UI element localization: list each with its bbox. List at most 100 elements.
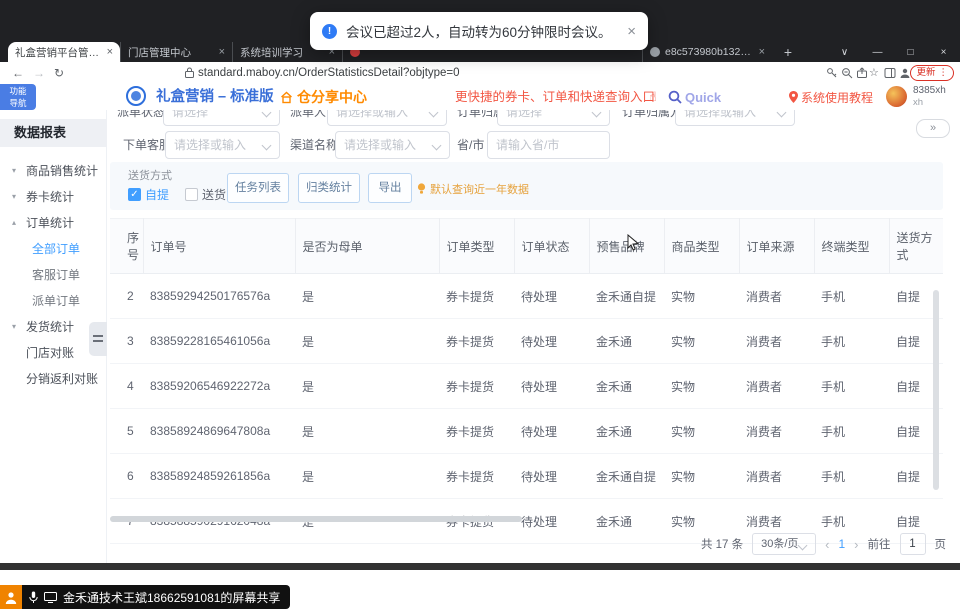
sidebar-item-label: 订单统计 xyxy=(26,210,74,236)
profile-icon[interactable] xyxy=(899,67,911,79)
sidebar-collapse-handle[interactable] xyxy=(89,322,107,356)
tab-close-icon[interactable]: × xyxy=(759,46,765,58)
table-cell[interactable]: 实物 xyxy=(664,274,739,319)
caret-down-icon: ▾ xyxy=(12,158,16,184)
checkbox-checked[interactable]: ✓ xyxy=(128,188,141,201)
table-cell: 待处理 xyxy=(514,319,589,364)
prev-page-button[interactable]: ‹ xyxy=(825,537,829,552)
horizontal-scrollbar[interactable] xyxy=(110,516,522,522)
tab-close-icon[interactable]: × xyxy=(219,46,225,58)
goto-page-input[interactable]: 1 xyxy=(900,533,926,555)
sidebar-item[interactable]: ▾券卡统计 xyxy=(0,184,107,210)
browser-tab[interactable]: 礼盒营销平台管理中心× xyxy=(8,42,120,62)
goto-page-suffix: 页 xyxy=(935,536,947,552)
sidebar-item-label: 客服订单 xyxy=(32,262,80,288)
sidebar-item-label: 分销返利对账 xyxy=(26,366,98,392)
table-cell: 待处理 xyxy=(514,499,589,544)
table-cell: 金禾通 xyxy=(589,319,664,364)
table-cell: 券卡提货 xyxy=(439,454,514,499)
table-cell: 是 xyxy=(295,274,439,319)
table-cell[interactable]: 实物 xyxy=(664,454,739,499)
share-center-link[interactable]: 仓分享中心 xyxy=(280,84,367,110)
info-icon: ! xyxy=(322,24,337,39)
browser-menu-icon[interactable]: ⋮ xyxy=(939,66,949,80)
reload-icon[interactable]: ↻ xyxy=(54,62,64,84)
filter-select[interactable]: 请选择 xyxy=(497,110,610,126)
filter-select[interactable]: 请选择 xyxy=(163,110,280,126)
tab-label: 门店管理中心 xyxy=(128,45,212,60)
table-cell: 手机 xyxy=(814,454,889,499)
sidebar-item[interactable]: 全部订单 xyxy=(0,236,107,262)
filter-select[interactable]: 请选择或输入 xyxy=(165,131,280,159)
side-panel-icon[interactable] xyxy=(884,67,896,79)
new-tab-button[interactable]: + xyxy=(778,44,798,62)
table-cell[interactable]: 实物 xyxy=(664,409,739,454)
filter-label: 派单状态 xyxy=(117,110,165,126)
sidebar-item[interactable]: 分销返利对账 xyxy=(0,366,107,392)
forward-icon[interactable]: → xyxy=(33,62,45,84)
sidebar-title: 数据报表 xyxy=(0,119,107,147)
filter-input[interactable]: 请输入省/市 xyxy=(487,131,610,159)
vertical-scrollbar[interactable] xyxy=(933,290,939,490)
expand-filters-button[interactable]: » xyxy=(916,119,950,138)
tutorial-link[interactable]: 系统使用教程 xyxy=(789,84,873,110)
window-chevron-icon[interactable]: ∨ xyxy=(834,47,856,58)
address-bar: ← → ↻ standard.maboy.cn/OrderStatisticsD… xyxy=(0,62,960,85)
table-cell: 83858924869647808a xyxy=(143,409,295,454)
filter-select[interactable]: 请选择或输入 xyxy=(327,110,447,126)
share-pill: 金禾通技术王斌18662591081的屏幕共享 xyxy=(22,585,290,609)
current-page[interactable]: 1 xyxy=(838,537,845,551)
user-avatar[interactable] xyxy=(886,86,907,107)
function-nav-toggle[interactable]: 功能 导航 xyxy=(0,84,36,110)
chevron-down-icon xyxy=(592,110,602,117)
meeting-notification-text: 会议已超过2人，自动转为60分钟限时会议。 xyxy=(346,21,612,41)
filter-select[interactable]: 请选择或输入 xyxy=(675,110,795,126)
table-cell[interactable]: 实物 xyxy=(664,364,739,409)
filter-label: 渠道名称 xyxy=(290,131,338,159)
zoom-icon[interactable] xyxy=(841,67,853,79)
table-cell: 6 xyxy=(110,454,143,499)
table-cell: 金禾通 xyxy=(589,409,664,454)
brand-title: 礼盒营销 – 标准版 xyxy=(156,84,274,110)
filter-placeholder: 请选择或输入 xyxy=(336,110,408,119)
table-row: 483859206546922272a是券卡提货待处理金禾通实物消费者手机自提 xyxy=(110,364,943,409)
sidebar-item[interactable]: ▾商品销售统计 xyxy=(0,158,107,184)
sidebar-item[interactable]: ▴订单统计 xyxy=(0,210,107,236)
checkbox-unchecked[interactable] xyxy=(185,188,198,201)
notification-close-icon[interactable]: × xyxy=(627,23,636,40)
category-stats-button[interactable]: 归类统计 xyxy=(298,173,360,203)
update-button[interactable]: 更新 ⋮ xyxy=(910,65,954,81)
task-list-button[interactable]: 任务列表 xyxy=(227,173,289,203)
share-icon[interactable] xyxy=(856,67,868,79)
filter-placeholder: 请输入省/市 xyxy=(496,138,559,152)
window-close-icon[interactable]: × xyxy=(933,47,955,58)
checkbox-label[interactable]: 送货 xyxy=(202,183,226,207)
back-icon[interactable]: ← xyxy=(12,62,24,84)
filter-label: 订单归属方 xyxy=(622,110,682,126)
table-cell[interactable]: 实物 xyxy=(664,319,739,364)
chevron-down-icon xyxy=(429,110,439,117)
window-restore-icon[interactable]: □ xyxy=(900,47,922,58)
share-center-label: 仓分享中心 xyxy=(297,87,367,107)
export-button[interactable]: 导出 xyxy=(368,173,412,203)
checkbox-label[interactable]: 自提 xyxy=(145,183,169,207)
column-header: 送货方式 xyxy=(889,219,943,274)
table-cell: 金禾通 xyxy=(589,364,664,409)
browser-tab[interactable]: e8c573980b1328a258fd2e6...× xyxy=(642,42,772,62)
url-text[interactable]: standard.maboy.cn/OrderStatisticsDetail?… xyxy=(198,62,460,84)
browser-tab[interactable]: 门店管理中心 × xyxy=(120,42,232,62)
next-page-button[interactable]: › xyxy=(854,537,858,552)
window-minimize-icon[interactable]: — xyxy=(867,47,889,58)
table-cell: 是 xyxy=(295,319,439,364)
orders-table-wrap: 序号订单号是否为母单订单类型订单状态预售品牌商品类型订单来源终端类型送货方式 2… xyxy=(110,218,943,563)
brand-logo-icon xyxy=(126,86,146,106)
tab-close-icon[interactable]: × xyxy=(107,46,113,58)
key-icon[interactable] xyxy=(826,67,838,79)
table-cell: 是 xyxy=(295,364,439,409)
quick-search-link[interactable]: Quick xyxy=(668,84,721,110)
sidebar-item[interactable]: 客服订单 xyxy=(0,262,107,288)
bookmark-star-icon[interactable]: ☆ xyxy=(869,62,879,84)
page-size-select[interactable]: 30条/页 xyxy=(752,533,816,555)
sidebar-item[interactable]: 派单订单 xyxy=(0,288,107,314)
filter-select[interactable]: 请选择或输入 xyxy=(335,131,450,159)
